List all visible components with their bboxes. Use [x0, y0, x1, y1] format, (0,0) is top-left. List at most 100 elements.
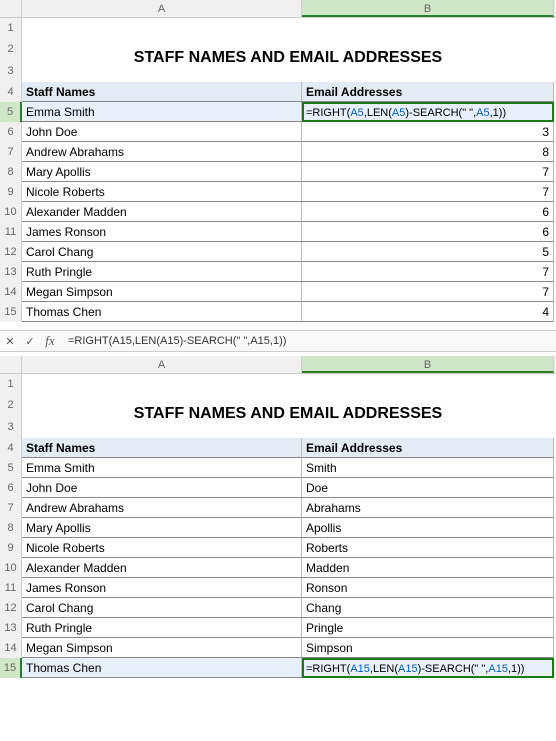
cell-staff-name[interactable]: Mary Apollis [22, 162, 302, 182]
row-number[interactable]: 3 [0, 60, 22, 82]
cell-email-address[interactable]: 7 [302, 162, 554, 182]
cell-staff-name[interactable]: Ruth Pringle [22, 262, 302, 282]
row-number[interactable]: 2 [0, 394, 22, 416]
column-header-B[interactable]: B [302, 0, 554, 17]
row-number[interactable]: 14 [0, 282, 22, 302]
data-row: 8Mary Apollis7 [0, 162, 556, 182]
row-number[interactable]: 10 [0, 558, 22, 578]
cell-staff-name[interactable]: Nicole Roberts [22, 538, 302, 558]
cell-email-address[interactable]: 3 [302, 122, 554, 142]
cell-email-address[interactable]: =RIGHT(A5,LEN(A5)-SEARCH(" ",A5,1)) [302, 102, 554, 122]
row-number[interactable]: 13 [0, 262, 22, 282]
sheet-title[interactable]: STAFF NAMES AND EMAIL ADDRESSES [22, 38, 554, 82]
cell-staff-name[interactable]: Carol Chang [22, 598, 302, 618]
row-number[interactable]: 2 [0, 38, 22, 60]
row-number[interactable]: 15 [0, 302, 22, 322]
row-number[interactable]: 15 [0, 658, 22, 678]
cell-staff-name[interactable]: Megan Simpson [22, 282, 302, 302]
header-email-addresses[interactable]: Email Addresses [302, 438, 554, 458]
cell-email-address[interactable]: 6 [302, 202, 554, 222]
row-number[interactable]: 7 [0, 498, 22, 518]
cell-email-address[interactable]: 6 [302, 222, 554, 242]
row-number[interactable]: 1 [0, 374, 22, 394]
cell-staff-name[interactable]: James Ronson [22, 222, 302, 242]
row-number[interactable]: 5 [0, 102, 22, 122]
cell-A1[interactable] [22, 374, 302, 394]
column-header-row: A B [0, 0, 556, 18]
cell-staff-name[interactable]: John Doe [22, 478, 302, 498]
cell-staff-name[interactable]: Andrew Abrahams [22, 142, 302, 162]
cell-email-address[interactable]: Roberts [302, 538, 554, 558]
row-number[interactable]: 14 [0, 638, 22, 658]
cell-email-address[interactable]: Chang [302, 598, 554, 618]
row-number[interactable]: 5 [0, 458, 22, 478]
cell-email-address[interactable]: 4 [302, 302, 554, 322]
column-header-A[interactable]: A [22, 356, 302, 373]
data-row: 9Nicole RobertsRoberts [0, 538, 556, 558]
row-number[interactable]: 12 [0, 598, 22, 618]
cell-staff-name[interactable]: Alexander Madden [22, 558, 302, 578]
cell-email-address[interactable]: Smith [302, 458, 554, 478]
cell-staff-name[interactable]: Andrew Abrahams [22, 498, 302, 518]
row-number[interactable]: 7 [0, 142, 22, 162]
cell-email-address[interactable]: 7 [302, 182, 554, 202]
cell-email-address[interactable]: Apollis [302, 518, 554, 538]
cell-email-address[interactable]: Simpson [302, 638, 554, 658]
cell-staff-name[interactable]: Thomas Chen [22, 658, 302, 678]
row-number[interactable]: 8 [0, 518, 22, 538]
header-staff-names[interactable]: Staff Names [22, 438, 302, 458]
row-number[interactable]: 8 [0, 162, 22, 182]
formula-accept-button[interactable]: ✓ [20, 335, 40, 348]
row-number[interactable]: 13 [0, 618, 22, 638]
cell-staff-name[interactable]: Thomas Chen [22, 302, 302, 322]
row-number[interactable]: 9 [0, 182, 22, 202]
header-email-addresses[interactable]: Email Addresses [302, 82, 554, 102]
cell-email-address[interactable]: 7 [302, 262, 554, 282]
insert-function-button[interactable]: fx [40, 333, 60, 349]
cell-staff-name[interactable]: Megan Simpson [22, 638, 302, 658]
select-all-corner[interactable] [0, 0, 22, 17]
row-4-header: 4 Staff Names Email Addresses [0, 438, 556, 458]
row-number[interactable]: 4 [0, 82, 22, 102]
spreadsheet-bottom: A B 1 2 3 STAFF NAMES AND EMAIL ADDRESSE… [0, 356, 556, 678]
row-number[interactable]: 11 [0, 222, 22, 242]
cell-staff-name[interactable]: Ruth Pringle [22, 618, 302, 638]
header-staff-names[interactable]: Staff Names [22, 82, 302, 102]
cell-email-address[interactable]: 5 [302, 242, 554, 262]
cell-staff-name[interactable]: Emma Smith [22, 458, 302, 478]
row-number[interactable]: 6 [0, 478, 22, 498]
cell-staff-name[interactable]: Emma Smith [22, 102, 302, 122]
formula-cancel-button[interactable]: ✕ [0, 335, 20, 348]
row-number[interactable]: 4 [0, 438, 22, 458]
row-number[interactable]: 3 [0, 416, 22, 438]
cell-B1[interactable] [302, 18, 554, 38]
select-all-corner[interactable] [0, 356, 22, 373]
row-number[interactable]: 1 [0, 18, 22, 38]
cell-staff-name[interactable]: Nicole Roberts [22, 182, 302, 202]
cell-staff-name[interactable]: James Ronson [22, 578, 302, 598]
cell-email-address[interactable]: =RIGHT(A15,LEN(A15)-SEARCH(" ",A15,1)) [302, 658, 554, 678]
cell-email-address[interactable]: Pringle [302, 618, 554, 638]
cell-staff-name[interactable]: John Doe [22, 122, 302, 142]
cell-staff-name[interactable]: Mary Apollis [22, 518, 302, 538]
column-header-B[interactable]: B [302, 356, 554, 373]
row-number[interactable]: 9 [0, 538, 22, 558]
row-number[interactable]: 12 [0, 242, 22, 262]
cell-staff-name[interactable]: Carol Chang [22, 242, 302, 262]
cell-email-address[interactable]: Madden [302, 558, 554, 578]
cell-email-address[interactable]: 7 [302, 282, 554, 302]
cell-email-address[interactable]: Doe [302, 478, 554, 498]
row-number[interactable]: 11 [0, 578, 22, 598]
cell-B1[interactable] [302, 374, 554, 394]
data-row: 14Megan SimpsonSimpson [0, 638, 556, 658]
cell-A1[interactable] [22, 18, 302, 38]
cell-email-address[interactable]: Abrahams [302, 498, 554, 518]
cell-staff-name[interactable]: Alexander Madden [22, 202, 302, 222]
column-header-A[interactable]: A [22, 0, 302, 17]
row-number[interactable]: 6 [0, 122, 22, 142]
row-number[interactable]: 10 [0, 202, 22, 222]
sheet-title[interactable]: STAFF NAMES AND EMAIL ADDRESSES [22, 394, 554, 438]
cell-email-address[interactable]: 8 [302, 142, 554, 162]
cell-email-address[interactable]: Ronson [302, 578, 554, 598]
formula-bar-input[interactable]: =RIGHT(A15,LEN(A15)-SEARCH(" ",A15,1)) [60, 335, 556, 347]
